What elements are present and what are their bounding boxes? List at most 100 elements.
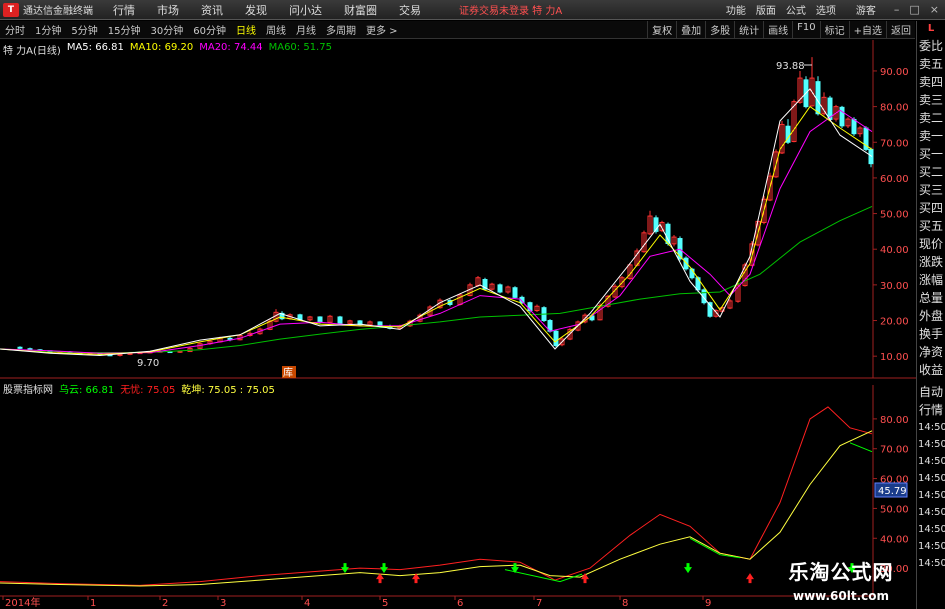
time-tick-label: 7 <box>536 598 542 609</box>
panel-item[interactable]: 卖四 <box>917 73 945 91</box>
panel-item[interactable]: 买三 <box>917 181 945 199</box>
panel-item[interactable]: 总量 <box>917 289 945 307</box>
period-5min[interactable]: 5分钟 <box>66 22 102 37</box>
price-tick-label: 10.00 <box>880 352 909 363</box>
time-tick-label: 3 <box>220 598 226 609</box>
menu-item-news[interactable]: 资讯 <box>201 2 223 18</box>
panel-item[interactable]: 卖三 <box>917 91 945 109</box>
stock-name[interactable]: 特 力A(日线) <box>3 42 61 57</box>
ma5-line <box>0 87 873 357</box>
low-price-label: 9.70 <box>137 358 159 369</box>
menu-item-quotes[interactable]: 行情 <box>113 2 135 18</box>
down-arrow-icon <box>684 563 692 574</box>
panel-item[interactable]: 涨幅 <box>917 271 945 289</box>
price-axis: 90.00 80.00 70.00 60.00 50.00 40.00 30.00 20.00… <box>873 67 909 363</box>
trade-login-notice[interactable]: 证券交易未登录 特 力A <box>459 2 562 17</box>
panel-item[interactable]: 卖二 <box>917 109 945 127</box>
menu-item-wealth-circle[interactable]: 财富圈 <box>344 2 377 18</box>
down-arrow-icon <box>341 563 349 574</box>
candle-body <box>512 287 518 298</box>
panel-item[interactable]: 换手 <box>917 325 945 343</box>
kline-chart[interactable]: 90.00 80.00 70.00 60.00 50.00 40.00 30.00 20.00… <box>0 40 916 609</box>
period-multi[interactable]: 多周期 <box>321 22 361 37</box>
panel-item[interactable]: 委比 <box>917 37 945 55</box>
price-tick-label: 40.00 <box>880 245 909 256</box>
period-60min[interactable]: 60分钟 <box>188 22 231 37</box>
period-timeshare[interactable]: 分时 <box>0 22 30 37</box>
price-tick-label: 90.00 <box>880 67 909 78</box>
indicator-tick-label: 70.00 <box>880 445 909 456</box>
period-30min[interactable]: 30分钟 <box>145 22 188 37</box>
panel-lower-item[interactable]: 自动 <box>917 383 945 401</box>
tool-adjust[interactable]: 复权 <box>647 21 676 38</box>
time-tick-label: 6 <box>457 598 463 609</box>
down-arrow-icon <box>380 563 388 574</box>
price-tick-label: 30.00 <box>880 281 909 292</box>
guest-login[interactable]: 游客 <box>856 2 876 17</box>
tick-time: 14:50 <box>918 558 945 569</box>
tick-time: 14:50 <box>918 541 945 552</box>
qiankun-line <box>0 430 873 587</box>
quote-side-panel: L 委比 卖五 卖四 卖三 卖二 卖一 买一 买二 买三 买四 买五 现价 涨跌 涨幅 总量 外盘 换手 净资 收益… <box>916 21 945 609</box>
menu-item-trade[interactable]: 交易 <box>399 2 421 18</box>
ma10-line <box>0 105 873 355</box>
wuyun-label: 乌云: 66.81 <box>59 385 115 396</box>
chart-axes <box>0 40 916 597</box>
period-more[interactable]: 更多 > <box>361 22 403 37</box>
ma5-label: MA5: 66.81 <box>66 42 124 53</box>
qiankun-label: 乾坤: 75.05 : 75.05 <box>181 385 275 396</box>
wuyun-segment <box>504 569 583 583</box>
panel-item[interactable]: 买五 <box>917 217 945 235</box>
tool-f10[interactable]: F10 <box>792 21 819 38</box>
period-1min[interactable]: 1分钟 <box>30 22 66 37</box>
tool-statistics[interactable]: 统计 <box>734 21 763 38</box>
time-axis: 2014年 1 2 3 4 5 6 7 8 9 <box>2 596 711 609</box>
menu-item-discover[interactable]: 发现 <box>245 2 267 18</box>
menu-item-function[interactable]: 功能 <box>726 2 746 17</box>
indicator-tick-label: 40.00 <box>880 534 909 545</box>
event-marker-text: 库 <box>283 366 293 379</box>
price-tick-label: 80.00 <box>880 103 909 114</box>
time-tick-label: 4 <box>304 598 310 609</box>
panel-item[interactable]: 净资 <box>917 343 945 361</box>
tool-overlay[interactable]: 叠加 <box>676 21 705 38</box>
tool-draw-line[interactable]: 画线 <box>763 21 792 38</box>
tool-add-watchlist[interactable]: +自选 <box>848 21 886 38</box>
panel-item[interactable]: 外盘 <box>917 307 945 325</box>
chart-annotations: 93.88 9.70 库 45.79 <box>137 61 907 497</box>
price-tick-label: 20.00 <box>880 317 909 328</box>
tool-multi-stock[interactable]: 多股 <box>705 21 734 38</box>
ma20-label: MA20: 74.44 <box>199 42 263 53</box>
panel-item[interactable]: 买二 <box>917 163 945 181</box>
menu-item-layout[interactable]: 版面 <box>756 2 776 17</box>
current-value-text: 45.79 <box>878 486 907 497</box>
period-daily[interactable]: 日线 <box>231 22 261 37</box>
tool-mark[interactable]: 标记 <box>819 21 849 38</box>
period-15min[interactable]: 15分钟 <box>103 22 146 37</box>
time-tick-label: 8 <box>622 598 628 609</box>
panel-item[interactable]: 卖一 <box>917 127 945 145</box>
panel-item[interactable]: 卖五 <box>917 55 945 73</box>
panel-item[interactable]: 涨跌 <box>917 253 945 271</box>
panel-item[interactable]: 现价 <box>917 235 945 253</box>
up-arrow-icon <box>746 573 754 584</box>
tick-time: 14:50 <box>918 524 945 535</box>
tool-back[interactable]: 返回 <box>886 21 915 38</box>
indicator-name[interactable]: 股票指标网 <box>3 381 53 396</box>
candle-body <box>683 257 689 270</box>
panel-item[interactable]: 买一 <box>917 145 945 163</box>
panel-lower-item[interactable]: 行情 <box>917 401 945 419</box>
tick-time: 14:50 <box>918 490 945 501</box>
panel-item[interactable]: 收益 <box>917 361 945 379</box>
period-weekly[interactable]: 周线 <box>261 22 291 37</box>
panel-item[interactable]: 买四 <box>917 199 945 217</box>
close-icon[interactable]: × <box>930 3 939 16</box>
minimize-icon[interactable]: – <box>894 3 900 16</box>
menu-item-formula[interactable]: 公式 <box>786 2 806 17</box>
menu-item-ask[interactable]: 问小达 <box>289 2 322 18</box>
wuyou-line <box>0 406 873 586</box>
menu-item-market[interactable]: 市场 <box>157 2 179 18</box>
menu-item-options[interactable]: 选项 <box>816 2 836 17</box>
maximize-icon[interactable]: □ <box>909 3 919 16</box>
period-monthly[interactable]: 月线 <box>291 22 321 37</box>
